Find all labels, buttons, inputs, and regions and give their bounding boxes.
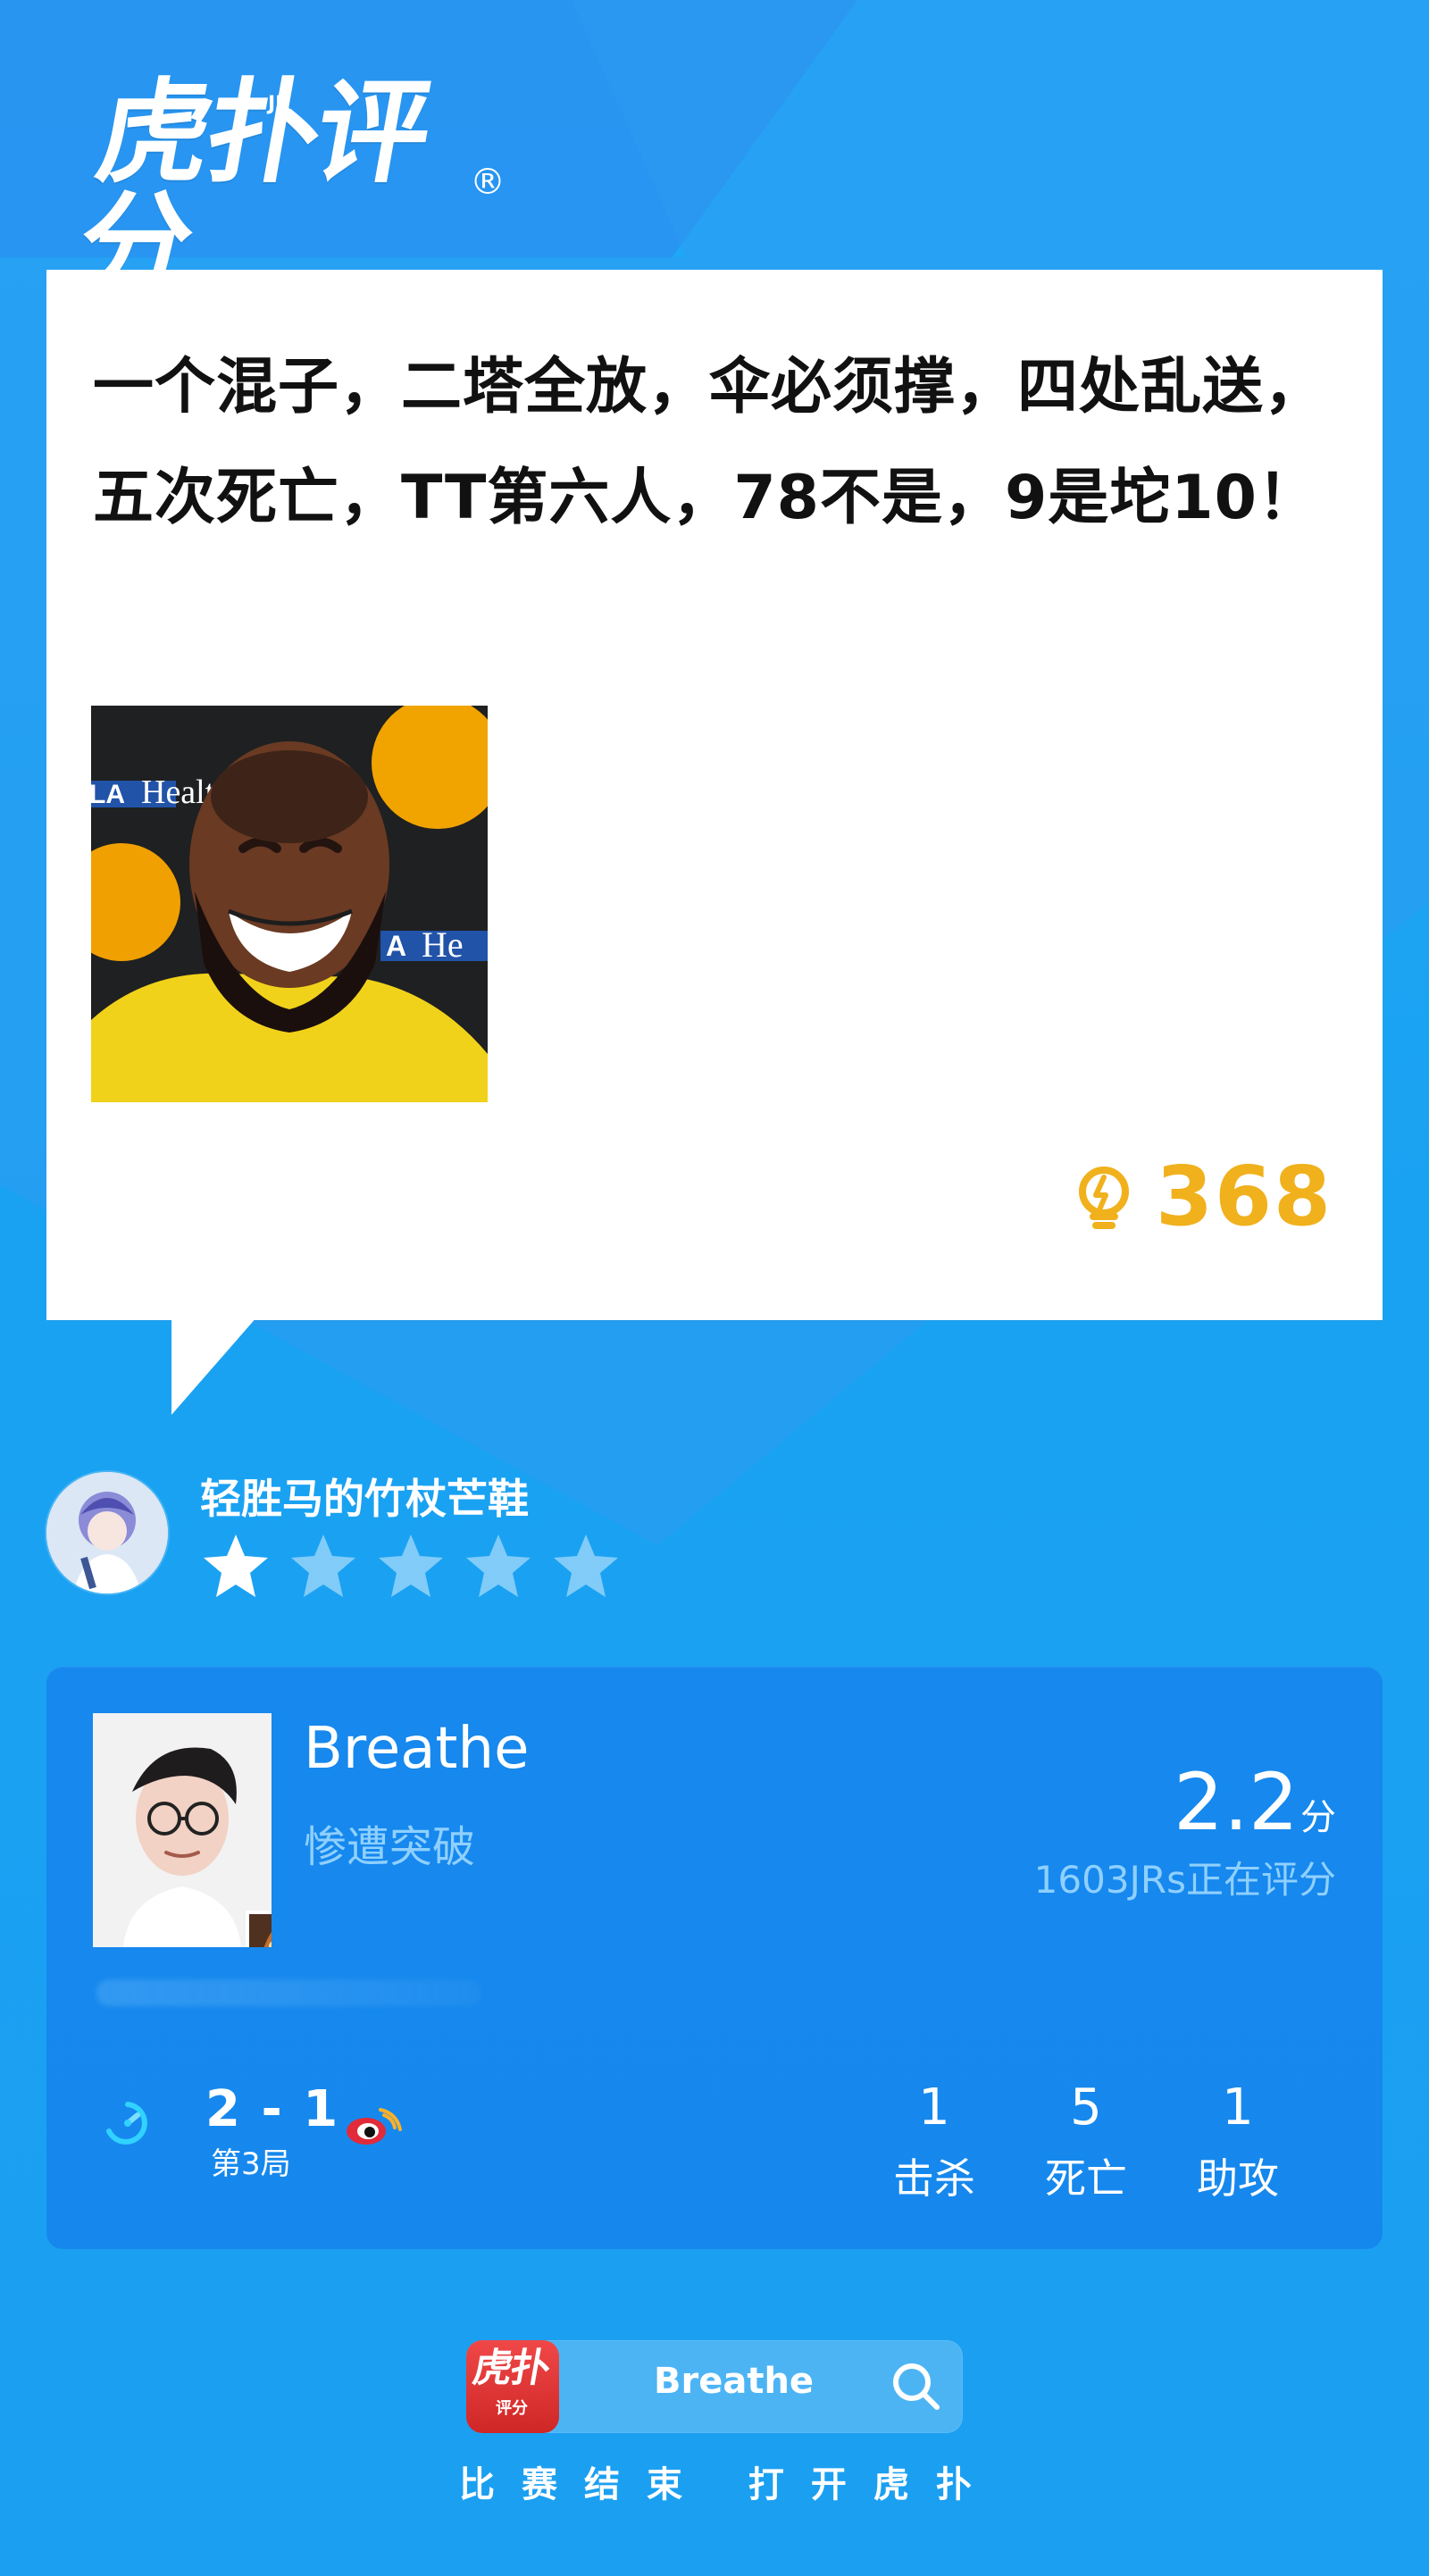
likes-counter: 368 xyxy=(1068,1156,1333,1238)
share-card-page: 虎扑评分 JR ® 一个混子，二塔全放，伞必须撑，四处乱送，五次死亡，TT第六人… xyxy=(0,0,1429,2576)
assists-stat: 1 助攻 xyxy=(1175,2078,1300,2203)
player-score-summary: 2.2分 1603JRs正在评分 xyxy=(1034,1763,1336,1899)
star-empty-icon xyxy=(550,1531,622,1602)
player-name: Breathe xyxy=(304,1716,530,1782)
star-empty-icon xyxy=(375,1531,447,1602)
match-score: 2 - 1 xyxy=(205,2080,340,2138)
search-icon xyxy=(888,2358,945,2415)
star-empty-icon xyxy=(288,1531,359,1602)
score-value: 2.2 xyxy=(1174,1756,1299,1848)
player-tag: 惨遭突破 xyxy=(304,1822,476,1872)
brand-logo: 虎扑评分 JR ® xyxy=(68,67,506,311)
champion-icon xyxy=(246,1911,272,1947)
team-logo-icon xyxy=(341,2104,402,2154)
score-unit: 分 xyxy=(1300,1797,1336,1838)
lightbulb-icon xyxy=(1068,1161,1140,1233)
brand-jr-mark: JR xyxy=(268,93,291,115)
comment-bubble-tail xyxy=(171,1317,257,1415)
svg-text:LA: LA xyxy=(91,780,125,809)
match-game: 第3局 xyxy=(211,2146,291,2182)
footer-cta-text: 比赛结束 打开虎扑 xyxy=(459,2464,999,2505)
player-rating-panel: Breathe 惨遭突破 2.2分 1603JRs正在评分 2 - 1 第3局 xyxy=(46,1667,1383,2249)
likes-count: 368 xyxy=(1155,1149,1333,1244)
rating-count: 1603JRs正在评分 xyxy=(1033,1858,1336,1902)
star-rating xyxy=(200,1531,622,1602)
registered-mark: ® xyxy=(470,162,506,203)
comment-text: 一个混子，二塔全放，伞必须撑，四处乱送，五次死亡，TT第六人，78不是，9是坨1… xyxy=(93,352,1326,533)
assists-value: 1 xyxy=(1222,2078,1254,2137)
share-footer: 虎扑 评分 Breathe 比赛结束 打开虎扑 xyxy=(0,2340,1429,2505)
app-logo-icon: 虎扑 评分 xyxy=(466,2340,559,2433)
username: 轻胜马的竹杖芒鞋 xyxy=(200,1475,529,1523)
star-empty-icon xyxy=(463,1531,534,1602)
search-query: Breathe xyxy=(654,2361,815,2402)
deaths-label: 死亡 xyxy=(1045,2154,1127,2203)
svg-text:A: A xyxy=(386,930,406,962)
kills-label: 击杀 xyxy=(893,2154,975,2203)
deaths-value: 5 xyxy=(1070,2078,1102,2137)
search-promo[interactable]: 虎扑 评分 Breathe xyxy=(466,2340,963,2433)
rating-user: 轻胜马的竹杖芒鞋 xyxy=(46,1472,850,1597)
comment-image: LA Healt A He xyxy=(91,706,488,1102)
app-logo-main: 虎扑 xyxy=(469,2346,553,2391)
deaths-stat: 5 死亡 xyxy=(1024,2078,1149,2203)
blurred-text-strip xyxy=(96,1979,481,2006)
app-logo-sub: 评分 xyxy=(496,2399,528,2418)
star-filled-icon xyxy=(200,1531,272,1602)
brand-name: 虎扑评分 xyxy=(68,67,439,311)
comment-card: 一个混子，二塔全放，伞必须撑，四处乱送，五次死亡，TT第六人，78不是，9是坨1… xyxy=(46,270,1383,1320)
laughing-player-image: LA Healt A He xyxy=(91,706,488,1102)
avatar xyxy=(46,1472,168,1593)
assists-label: 助攻 xyxy=(1197,2154,1279,2203)
kills-value: 1 xyxy=(918,2078,950,2137)
svg-text:He: He xyxy=(422,924,464,965)
player-score: 2.2分 xyxy=(1034,1763,1336,1842)
player-stats: 1 击杀 5 死亡 1 助攻 xyxy=(872,2083,1336,2200)
match-timer-icon xyxy=(98,2094,157,2153)
player-photo xyxy=(93,1713,272,1947)
kills-stat: 1 击杀 xyxy=(872,2078,997,2203)
